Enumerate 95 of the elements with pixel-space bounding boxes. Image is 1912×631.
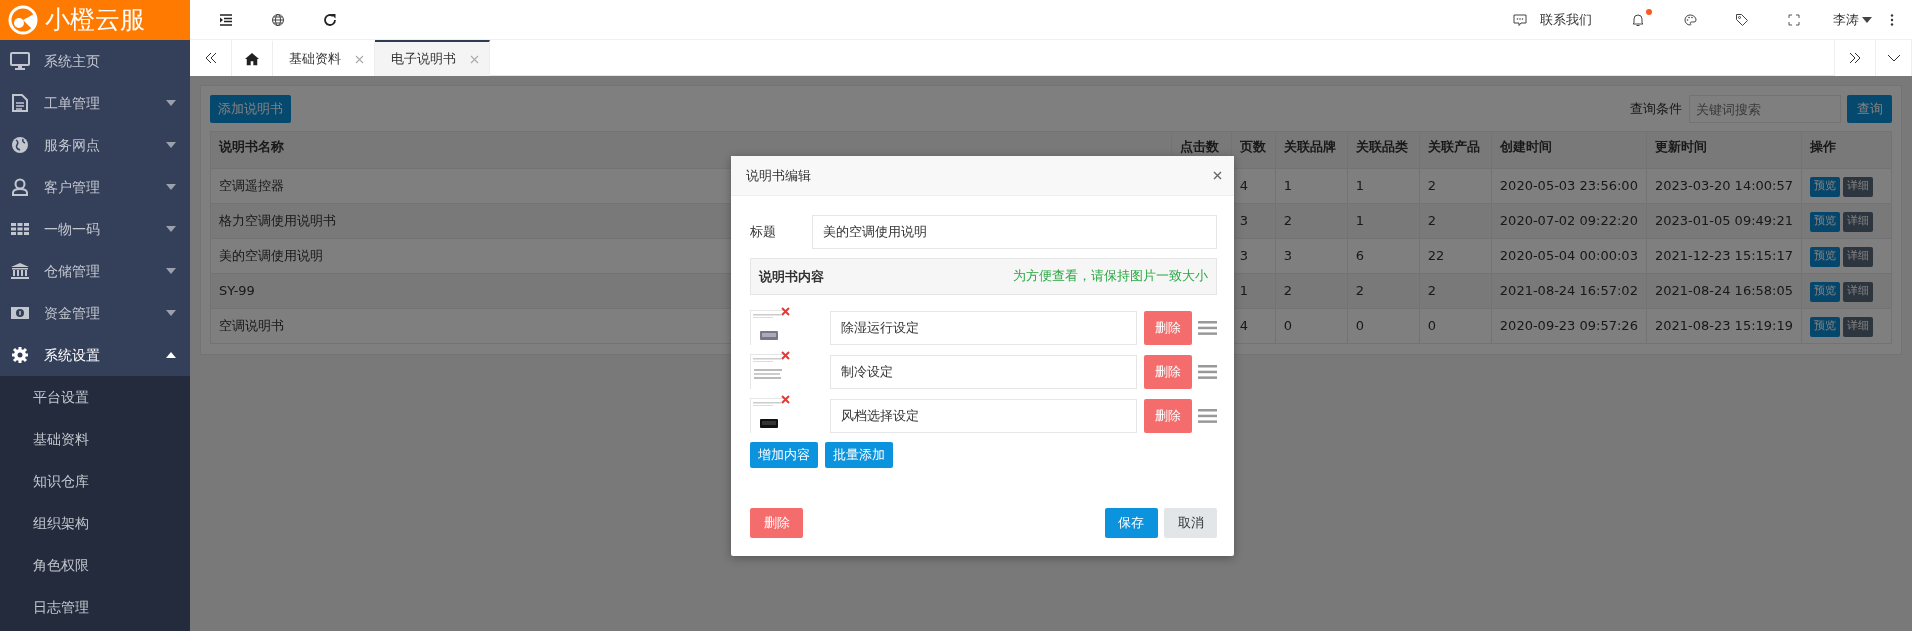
submenu-item[interactable]: 日志管理 — [0, 586, 190, 628]
tab[interactable]: 基础资料 — [273, 40, 375, 76]
table-cell: 2 — [1347, 273, 1420, 309]
table-cell: 22 — [1419, 238, 1492, 274]
sidebar-item[interactable]: 资金管理 — [0, 292, 190, 334]
contact-link[interactable]: 联系我们 — [1513, 9, 1593, 30]
drag-handle-icon[interactable] — [1198, 407, 1217, 424]
table-cell: 2023-03-20 14:00:57 — [1646, 168, 1802, 204]
palette-icon[interactable] — [1682, 12, 1697, 27]
add-content-button[interactable]: 增加内容 — [750, 442, 818, 468]
sidebar-item[interactable]: 工单管理 — [0, 82, 190, 124]
table-cell: 2020-09-23 09:57:26 — [1491, 308, 1647, 344]
content-field[interactable]: 除湿运行设定 — [830, 310, 1137, 345]
table-cell: 2023-01-05 09:49:21 — [1646, 203, 1802, 239]
bell-icon[interactable] — [1630, 12, 1645, 27]
column-header: 创建时间 — [1491, 131, 1647, 169]
banknote-icon — [10, 304, 30, 322]
sidebar-item[interactable]: 系统设置 — [0, 334, 190, 376]
table-cell: 0 — [1347, 308, 1420, 344]
table-cell: 2 — [1419, 203, 1492, 239]
column-header: 更新时间 — [1646, 131, 1802, 169]
table-cell: 2020-05-04 00:00:03 — [1491, 238, 1647, 274]
submenu-item[interactable]: 基础资料 — [0, 418, 190, 460]
detail-button[interactable]: 详细 — [1843, 176, 1873, 197]
tab[interactable]: 电子说明书 — [375, 40, 490, 76]
globe-icon — [10, 136, 30, 154]
drag-handle-icon[interactable] — [1198, 363, 1217, 380]
sidebar-item[interactable]: 仓储管理 — [0, 250, 190, 292]
logo-icon — [8, 5, 38, 35]
table-cell: 1 — [1347, 168, 1420, 204]
column-header: 关联品类 — [1347, 131, 1420, 169]
globe-icon[interactable] — [271, 12, 285, 27]
caret-down-icon — [1862, 16, 1872, 23]
table-cell: 2020-07-02 09:22:20 — [1491, 203, 1647, 239]
scroll-left-icon[interactable] — [203, 51, 218, 65]
detail-button[interactable]: 详细 — [1843, 211, 1873, 232]
indent-icon[interactable] — [219, 12, 233, 27]
chat-icon — [1513, 12, 1528, 27]
submenu-item[interactable]: 平台设置 — [0, 376, 190, 418]
column-header: 操作 — [1801, 131, 1892, 169]
detail-button[interactable]: 详细 — [1843, 281, 1873, 302]
content-field[interactable]: 制冷设定 — [830, 354, 1137, 389]
remove-icon[interactable] — [781, 395, 790, 404]
home-icon — [245, 52, 259, 66]
brand-name: 小橙云服 — [44, 4, 145, 37]
submenu-item[interactable]: 组织架构 — [0, 502, 190, 544]
table-cell: 2020-05-03 23:56:00 — [1491, 168, 1647, 204]
sidebar-item[interactable]: 系统主页 — [0, 40, 190, 82]
submenu-item[interactable]: 角色权限 — [0, 544, 190, 586]
tag-icon[interactable] — [1734, 12, 1749, 27]
drag-handle-icon[interactable] — [1198, 319, 1217, 336]
table-cell: 2021-08-24 16:58:05 — [1646, 273, 1802, 309]
user-menu[interactable]: 李涛 — [1832, 9, 1872, 30]
sidebar-item[interactable]: 客户管理 — [0, 166, 190, 208]
grid-icon — [10, 220, 30, 238]
table-cell: 2021-12-23 15:15:17 — [1646, 238, 1802, 274]
table-cell: 3 — [1275, 238, 1348, 274]
cancel-button[interactable]: 取消 — [1164, 508, 1217, 538]
column-header: 关联产品 — [1419, 131, 1492, 169]
submenu-item[interactable]: 知识仓库 — [0, 460, 190, 502]
table-cell: 2 — [1275, 203, 1348, 239]
search-field[interactable]: 关键词搜索 — [1688, 95, 1841, 123]
search-label: 查询条件 — [1630, 100, 1682, 119]
scroll-right-icon[interactable] — [1848, 51, 1862, 65]
user-icon — [10, 178, 30, 196]
save-button[interactable]: 保存 — [1104, 508, 1158, 538]
table-cell: 2 — [1419, 273, 1492, 309]
remove-icon[interactable] — [781, 307, 790, 316]
title-field[interactable]: 美的空调使用说明 — [812, 215, 1217, 249]
document-icon — [10, 94, 30, 112]
detail-button[interactable]: 详细 — [1843, 316, 1873, 337]
table-cell: 1 — [1275, 168, 1348, 204]
table-cell: 2021-08-24 16:57:02 — [1491, 273, 1647, 309]
table-cell: 0 — [1275, 308, 1348, 344]
content-field[interactable]: 风档选择设定 — [830, 398, 1137, 433]
sidebar-item[interactable]: 服务网点 — [0, 124, 190, 166]
close-icon[interactable] — [1213, 171, 1222, 180]
home-tab[interactable] — [232, 40, 273, 76]
bank-icon — [10, 262, 30, 280]
table-cell: 1 — [1347, 203, 1420, 239]
detail-button[interactable]: 详细 — [1843, 246, 1873, 267]
settings-icon — [10, 346, 30, 364]
monitor-icon — [10, 52, 30, 70]
table-cell: 2 — [1419, 168, 1492, 204]
sidebar-item[interactable]: 一物一码 — [0, 208, 190, 250]
table-cell: 2 — [1275, 273, 1348, 309]
column-header: 页数 — [1231, 131, 1276, 169]
table-cell: 0 — [1419, 308, 1492, 344]
refresh-icon[interactable] — [323, 12, 337, 27]
table-cell: 6 — [1347, 238, 1420, 274]
batch-add-button[interactable]: 批量添加 — [824, 442, 893, 468]
dialog-title: 说明书编辑 — [746, 166, 811, 185]
table-cell: 2021-08-23 15:19:19 — [1646, 308, 1802, 344]
column-header: 关联品牌 — [1275, 131, 1348, 169]
remove-icon[interactable] — [781, 351, 790, 360]
